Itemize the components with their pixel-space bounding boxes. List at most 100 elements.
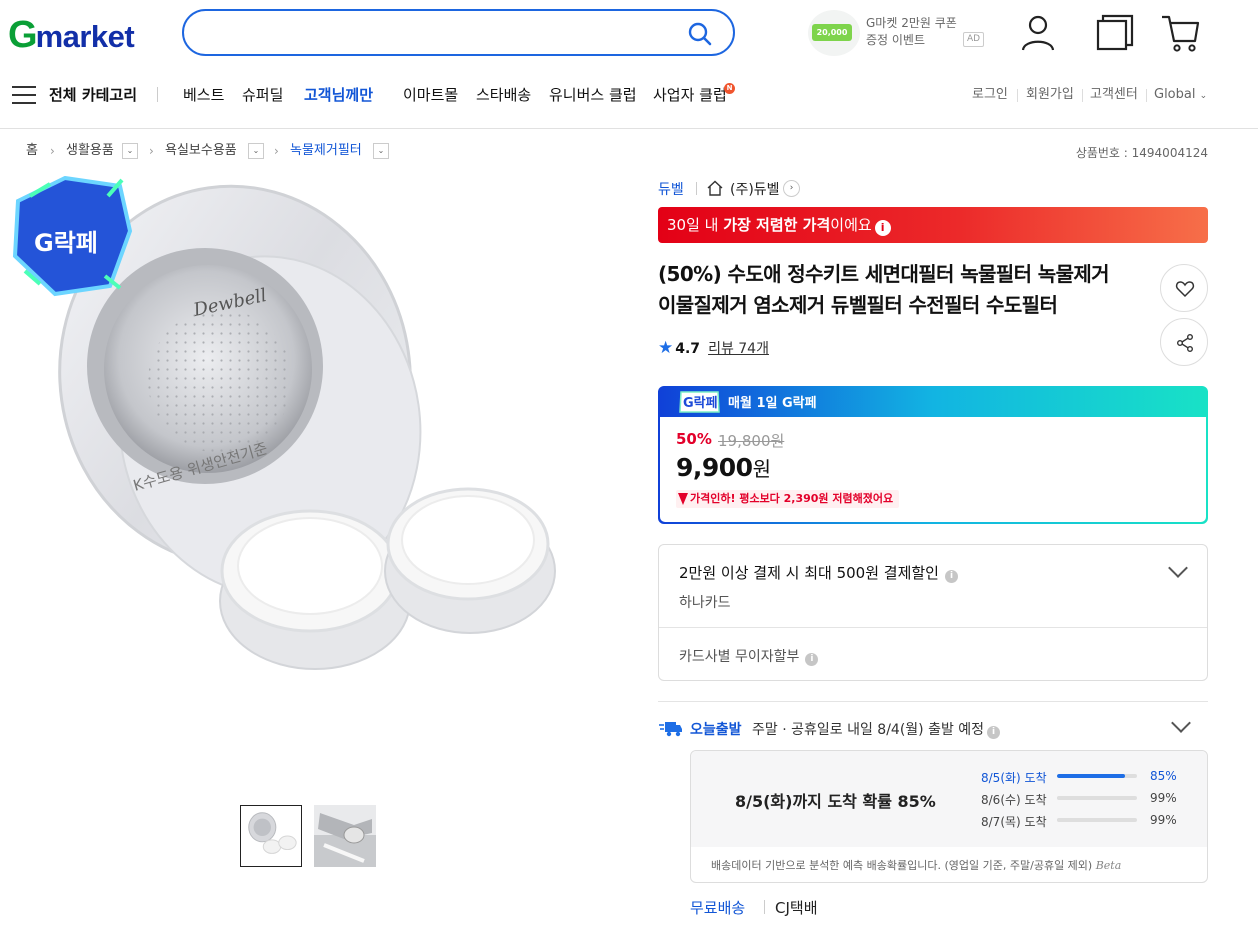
category-dropdown-button[interactable]: ⌄ xyxy=(248,143,264,159)
sale-price-value: 9,900 xyxy=(676,453,753,482)
courier-name: CJ택배 xyxy=(775,899,818,917)
breadcrumb-category-1[interactable]: 생활용품 xyxy=(66,143,114,159)
coupon-ad[interactable]: 20,000 G마켓 2만원 쿠폰 증정 이벤트 AD xyxy=(808,10,985,56)
util-divider xyxy=(1082,89,1083,102)
lowest-bold: 가장 저렴한 가격 xyxy=(723,216,831,234)
rating: ★ 4.7 리뷰 74개 xyxy=(658,339,769,358)
header-divider xyxy=(0,128,1258,129)
search-input[interactable] xyxy=(202,21,682,45)
thumbnail-1[interactable] xyxy=(240,805,302,867)
dispatch-info-text: 주말 · 공휴일로 내일 8/4(월) 출발 예정 xyxy=(752,722,985,738)
search-icon[interactable] xyxy=(687,21,713,47)
probability-bar xyxy=(1057,818,1137,822)
cart-icon[interactable] xyxy=(1160,12,1200,54)
shop-name-link[interactable]: (주)듀벨 xyxy=(730,179,780,199)
gmarket-logo[interactable]: Gmarket xyxy=(8,14,135,57)
original-price: 19,800원 xyxy=(718,432,785,450)
lowest-price-banner: 30일 내 가장 저렴한 가격이에요 i xyxy=(658,207,1208,243)
coupon-badge: 20,000 xyxy=(808,10,860,56)
chevron-down-icon[interactable] xyxy=(1168,558,1188,578)
global-dropdown[interactable]: Global ⌄ xyxy=(1154,86,1207,105)
lowest-pre: 30일 내 xyxy=(667,216,724,234)
product-main-image[interactable]: Dewbell K수도용 위생안전기준 G락페 xyxy=(10,176,610,776)
info-icon[interactable]: i xyxy=(987,726,1001,739)
util-divider xyxy=(1146,89,1147,102)
nav-business-club[interactable]: 사업자 클럽 xyxy=(653,84,727,106)
share-button[interactable] xyxy=(1160,318,1208,366)
breadcrumb-category-2[interactable]: 욕실보수용품 xyxy=(165,143,237,159)
installment-text: 카드사별 무이자할부 xyxy=(679,649,800,665)
wishlist-button[interactable] xyxy=(1160,264,1208,312)
svg-text:G락페: G락페 xyxy=(683,396,718,411)
chevron-down-icon[interactable] xyxy=(1171,713,1191,733)
home-icon xyxy=(707,180,723,196)
logo-text: market xyxy=(35,19,135,54)
all-categories-button[interactable]: 전체 카테고리 xyxy=(12,84,138,106)
breadcrumb-category-3[interactable]: 녹물제거필터 xyxy=(290,143,362,159)
all-categories-label: 전체 카테고리 xyxy=(49,86,138,104)
probability-row: 8/5(화) 도착 85% xyxy=(981,769,1181,785)
login-link[interactable]: 로그인 xyxy=(972,86,1008,104)
category-dropdown-button[interactable]: ⌄ xyxy=(373,143,389,159)
nav-best[interactable]: 베스트 xyxy=(183,84,224,106)
customer-center-link[interactable]: 고객센터 xyxy=(1090,86,1138,104)
user-icon[interactable] xyxy=(1018,12,1058,54)
breadcrumb-home[interactable]: 홈 xyxy=(26,143,38,159)
shipping-divider xyxy=(658,701,1208,702)
coupon-amount: 20,000 xyxy=(812,24,852,41)
hamburger-icon xyxy=(12,86,36,104)
free-shipping-label: 무료배송 xyxy=(690,899,746,917)
info-icon[interactable]: i xyxy=(944,570,958,583)
nav-star-delivery[interactable]: 스타배송 xyxy=(476,84,531,106)
nav-superdeal[interactable]: 슈퍼딜 xyxy=(242,84,283,106)
new-badge: N xyxy=(724,83,735,94)
price-inner: 50% 19,800원 9,900원 가격인하! 평소보다 2,390원 저렴해… xyxy=(660,417,1206,522)
thumbnail-2[interactable] xyxy=(314,805,376,867)
card-discount-title[interactable]: 2만원 이상 결제 시 최대 500원 결제할인 i xyxy=(679,562,958,583)
beta-label: Beta xyxy=(1095,859,1122,872)
search-bar[interactable] xyxy=(182,9,735,56)
coupon-line2: 증정 이벤트 xyxy=(866,33,926,47)
probability-row: 8/6(수) 도착 99% xyxy=(981,791,1181,807)
today-dispatch-label: 오늘출발 xyxy=(690,722,742,738)
recent-items-icon[interactable] xyxy=(1094,12,1134,54)
nav-emart[interactable]: 이마트몰 xyxy=(403,84,458,106)
product-title: (50%) 수도애 정수키트 세면대필터 녹물필터 녹물제거 이물질제거 염소제… xyxy=(658,262,1110,317)
card-discount-text: 2만원 이상 결제 시 최대 500원 결제할인 xyxy=(679,564,939,582)
chevron-down-icon: ⌄ xyxy=(1199,91,1208,101)
heart-icon xyxy=(1175,281,1195,298)
probability-row: 8/7(목) 도착 99% xyxy=(981,813,1181,829)
price-drop-notice: 가격인하! 평소보다 2,390원 저렴해졌어요 xyxy=(676,490,900,508)
chevron-right-icon[interactable]: › xyxy=(783,180,800,197)
installment-link[interactable]: 카드사별 무이자할부 i xyxy=(679,646,819,666)
card-name: 하나카드 xyxy=(679,595,731,611)
promo-label: 매월 1일 G락페 xyxy=(728,396,817,411)
signup-link[interactable]: 회원가입 xyxy=(1026,86,1074,104)
review-link[interactable]: 리뷰 74개 xyxy=(708,341,769,357)
card-discount-box: 2만원 이상 결제 시 최대 500원 결제할인 i 하나카드 카드사별 무이자할… xyxy=(658,544,1208,681)
coupon-line1: G마켓 2만원 쿠폰 xyxy=(866,16,957,30)
discount-rate: 50% xyxy=(676,430,712,448)
share-icon xyxy=(1177,334,1193,352)
probability-headline: 8/5(화)까지 도착 확률 85% xyxy=(735,792,936,811)
nav-universe-club[interactable]: 유니버스 클럽 xyxy=(549,84,637,106)
main-nav: 전체 카테고리 베스트 슈퍼딜 고객님께만 이마트몰 스타배송 유니버스 클럽 … xyxy=(0,76,1258,114)
price-box: G락페 매월 1일 G락페 50% 19,800원 9,900원 가격인하! 평… xyxy=(658,386,1208,524)
probability-fill xyxy=(1057,774,1125,778)
category-dropdown-button[interactable]: ⌄ xyxy=(122,143,138,159)
nav-for-you[interactable]: 고객님께만 xyxy=(304,84,373,106)
brand-divider xyxy=(696,182,697,195)
sale-price: 9,900원 xyxy=(676,453,771,482)
shipping-divider xyxy=(764,900,765,914)
probability-fill xyxy=(1057,818,1137,822)
star-icon: ★ xyxy=(658,338,674,358)
nav-divider xyxy=(157,87,158,102)
probability-percent: 99% xyxy=(1150,791,1177,805)
info-icon[interactable]: i xyxy=(874,220,891,236)
arrival-date: 8/6(수) 도착 xyxy=(981,793,1047,807)
probability-bar xyxy=(1057,796,1137,800)
probability-bar xyxy=(1057,774,1137,778)
info-icon[interactable]: i xyxy=(805,653,819,666)
brand-link[interactable]: 듀벨 xyxy=(658,179,684,199)
currency: 원 xyxy=(752,457,771,481)
